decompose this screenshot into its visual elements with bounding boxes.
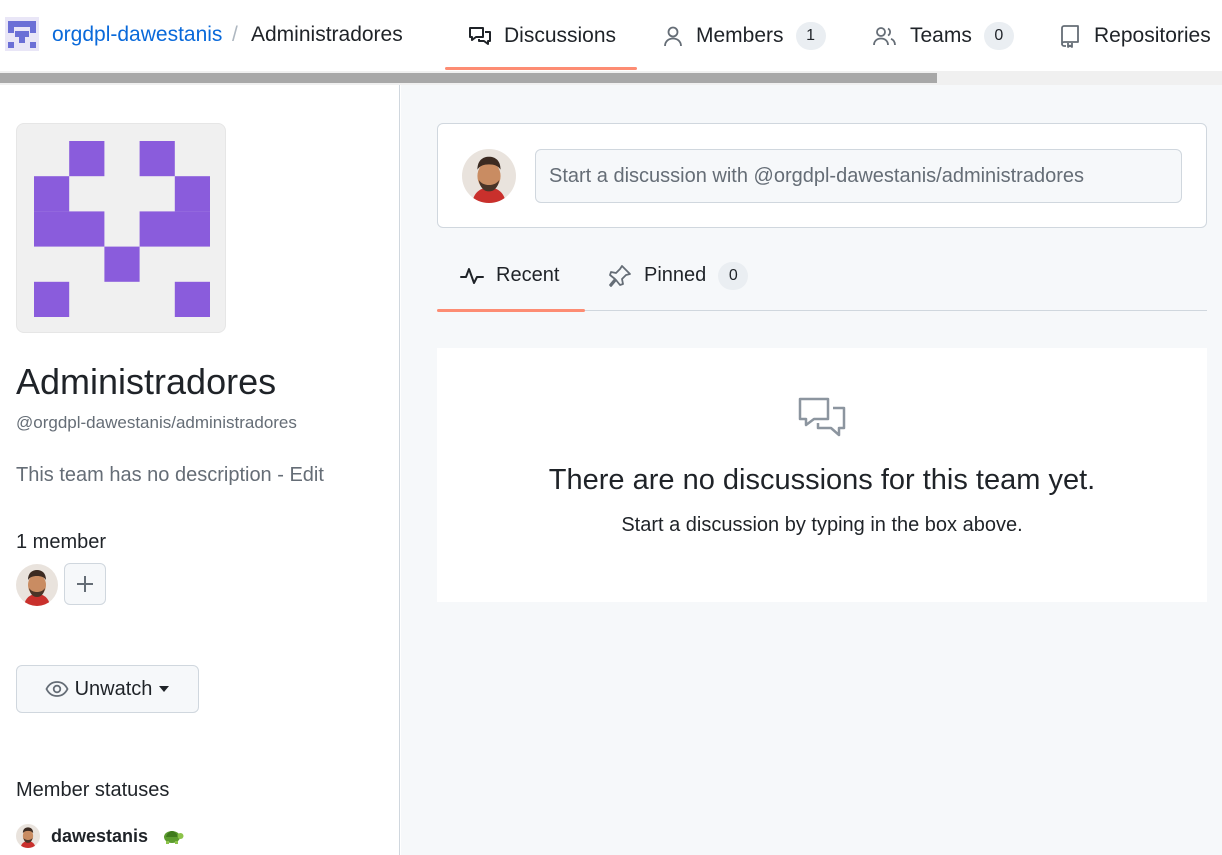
team-identicon-image [34, 141, 210, 317]
repo-icon [1061, 24, 1079, 48]
discussions-main: Recent Pinned 0 There are no discussions… [401, 85, 1222, 855]
tab-repositories-label: Repositories [1094, 23, 1211, 47]
person-icon [664, 26, 682, 46]
empty-state-title: There are no discussions for this team y… [548, 464, 1096, 496]
breadcrumb-separator: / [232, 23, 238, 46]
horizontal-scrollbar[interactable] [0, 71, 1222, 85]
tab-members-label: Members [696, 23, 784, 47]
edit-description-link[interactable]: Edit [289, 464, 323, 486]
teams-counter: 0 [983, 21, 1014, 50]
tab-pinned[interactable]: Pinned 0 [608, 240, 749, 311]
selected-tab-indicator [437, 309, 585, 312]
new-discussion-box [437, 123, 1207, 228]
tab-teams[interactable]: Teams 0 [872, 0, 1014, 71]
team-description: This team has no description - Edit [16, 464, 324, 487]
tab-teams-label: Teams [910, 23, 972, 47]
top-navigation: orgdpl-dawestanis / Administradores Disc… [0, 0, 1222, 71]
tab-repositories[interactable]: Repositories [1058, 0, 1211, 71]
breadcrumb-team-name: Administradores [251, 23, 403, 46]
member-statuses-heading: Member statuses [16, 779, 170, 801]
team-handle: @orgdpl-dawestanis/administradores [16, 413, 297, 432]
tab-recent-label: Recent [496, 264, 560, 286]
members-counter: 1 [795, 21, 826, 50]
people-icon [873, 26, 896, 45]
selected-tab-indicator [445, 67, 637, 70]
tab-members[interactable]: Members 1 [662, 0, 826, 71]
user-avatar-image [462, 149, 516, 203]
team-title: Administradores [16, 361, 277, 402]
pulse-icon [460, 267, 484, 284]
current-user-avatar [462, 149, 516, 203]
member-count: 1 member [16, 531, 107, 553]
tab-discussions-label: Discussions [504, 23, 617, 47]
chevron-down-icon [159, 686, 170, 692]
plus-icon [77, 576, 93, 592]
eye-icon [45, 681, 69, 697]
empty-state-subtitle: Start a discussion by typing in the box … [621, 514, 1023, 536]
add-member-button[interactable] [64, 563, 106, 605]
team-description-text: This team has no description [16, 464, 272, 486]
empty-state: There are no discussions for this team y… [437, 348, 1207, 602]
discussion-filter-tabs: Recent Pinned 0 [437, 240, 1207, 312]
member-avatar[interactable] [16, 564, 58, 606]
org-logo[interactable] [5, 17, 39, 51]
turtle-emoji-icon [164, 831, 184, 844]
breadcrumb-org-link[interactable]: orgdpl-dawestanis [52, 23, 222, 47]
unwatch-button[interactable]: Unwatch [16, 665, 199, 713]
tab-discussions[interactable]: Discussions [445, 0, 637, 71]
team-avatar [16, 123, 226, 333]
description-separator: - [271, 464, 290, 486]
status-avatar[interactable] [16, 824, 40, 848]
tab-recent[interactable]: Recent [437, 240, 585, 312]
pin-icon [609, 264, 631, 287]
user-avatar-image [16, 824, 40, 848]
new-discussion-input[interactable] [535, 149, 1182, 203]
member-status-row: dawestanis [16, 823, 184, 849]
comment-discussion-icon [469, 26, 491, 45]
comment-discussion-icon [798, 397, 846, 437]
scrollbar-thumb[interactable] [0, 73, 937, 83]
pinned-counter: 0 [718, 261, 749, 290]
team-sidebar: Administradores @orgdpl-dawestanis/admin… [0, 85, 400, 855]
user-avatar-image [16, 564, 58, 606]
unwatch-label: Unwatch [74, 677, 153, 700]
tab-pinned-label: Pinned [644, 264, 707, 286]
status-username[interactable]: dawestanis [51, 826, 148, 847]
